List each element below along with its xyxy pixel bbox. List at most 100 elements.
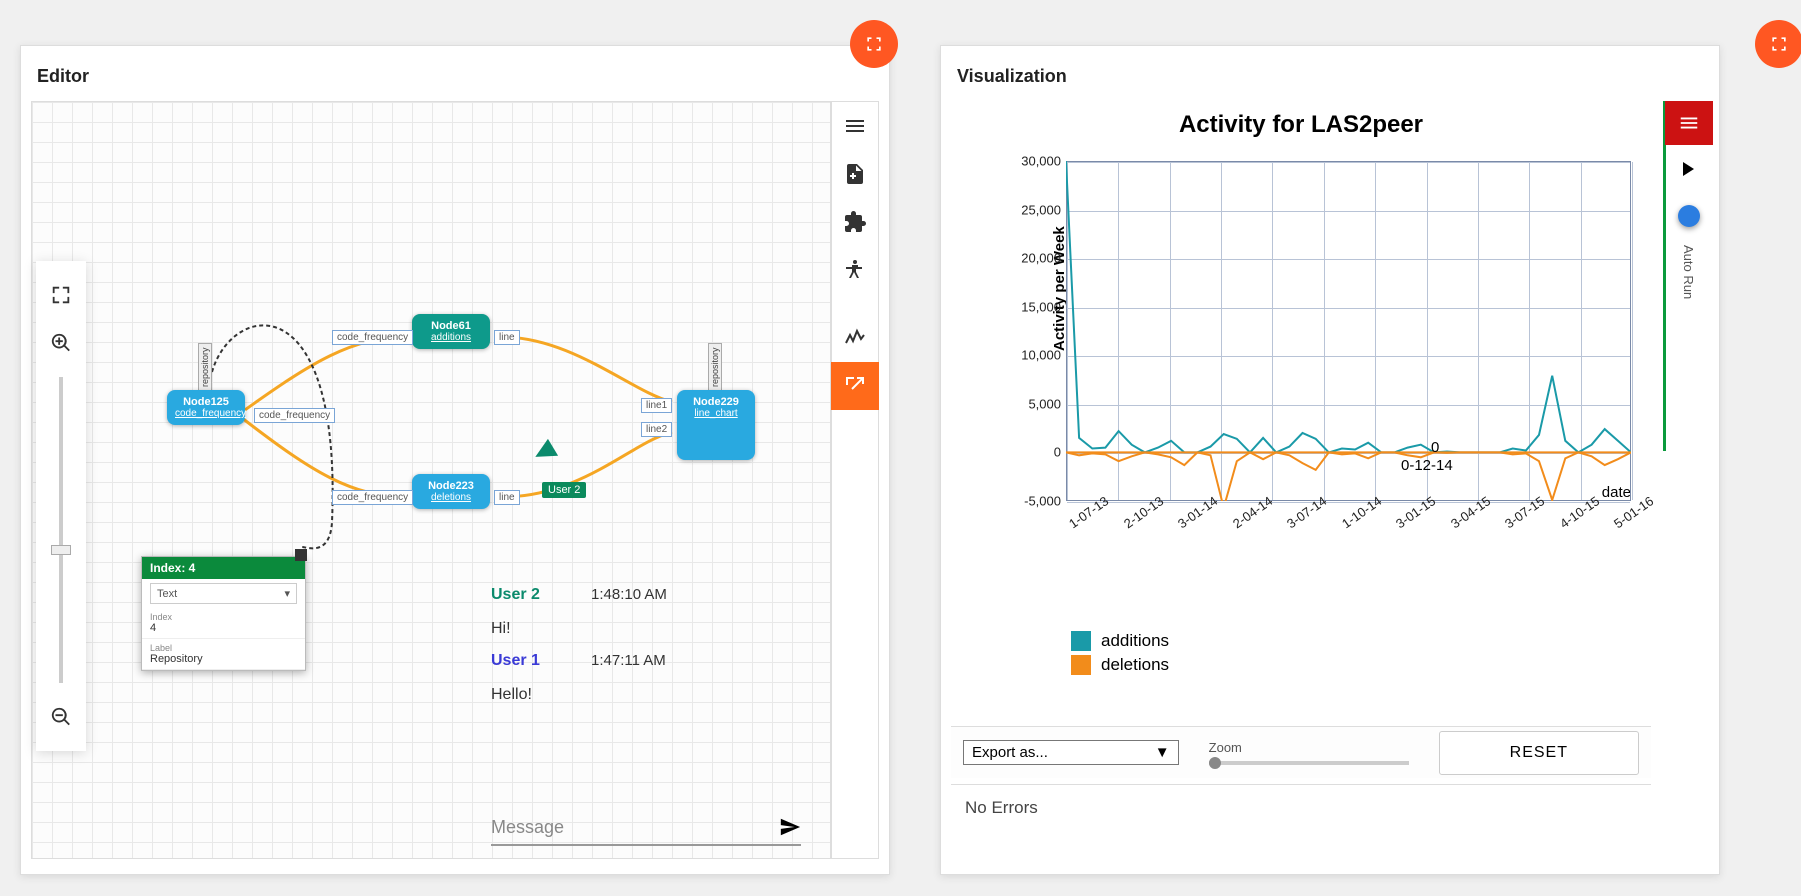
editor-panel: Editor repository Node125 code_frequency…	[20, 45, 890, 875]
zoom-sidebar	[36, 261, 86, 751]
play-button[interactable]	[1675, 157, 1703, 185]
remote-cursor	[535, 439, 562, 467]
y-tick: 5,000	[1011, 396, 1061, 411]
fullscreen-icon[interactable]	[47, 281, 75, 309]
accessibility-icon[interactable]	[831, 246, 879, 294]
visualization-sidebar: Auto Run	[1663, 101, 1711, 451]
y-tick: 20,000	[1011, 251, 1061, 266]
chart-zoom-thumb[interactable]	[1209, 757, 1221, 769]
chart-legend: additions deletions	[1071, 631, 1169, 679]
zoom-slider-thumb[interactable]	[51, 545, 71, 555]
legend-label: deletions	[1101, 655, 1169, 675]
chat-message-row: User 2 1:48:10 AM	[491, 586, 801, 604]
visualization-title: Visualization	[957, 66, 1067, 87]
chat-user: User 1	[491, 652, 561, 670]
chart-svg	[1066, 161, 1631, 501]
visualization-body: Activity for LAS2peer Activity per Week …	[951, 101, 1651, 719]
autorun-toggle[interactable]	[1678, 205, 1700, 227]
message-placeholder: Message	[491, 817, 769, 838]
activity-icon[interactable]	[831, 314, 879, 362]
legend-item-deletions[interactable]: deletions	[1071, 655, 1169, 675]
node-sub: code_frequency	[175, 408, 237, 419]
node-code-frequency[interactable]: Node125 code_frequency	[167, 390, 245, 425]
status-text: No Errors	[965, 798, 1038, 818]
y-tick: 10,000	[1011, 348, 1061, 363]
node-id: Node223	[420, 480, 482, 492]
port-line1[interactable]: line1	[641, 398, 672, 413]
chevron-down-icon: ▾	[284, 587, 290, 600]
node-id: Node229	[685, 396, 747, 408]
chat-body: Hello!	[491, 686, 801, 704]
node-id: Node61	[420, 320, 482, 332]
port-deletions-out[interactable]: line	[494, 490, 520, 505]
legend-swatch	[1071, 655, 1091, 675]
property-row: Label Repository	[142, 639, 305, 670]
property-type-select[interactable]: Text ▾	[150, 583, 297, 604]
port-line2[interactable]: line2	[641, 422, 672, 437]
property-panel-header[interactable]: Index: 4	[142, 557, 305, 579]
reset-button[interactable]: RESET	[1439, 731, 1639, 775]
export-icon[interactable]	[831, 362, 879, 410]
hover-value: 0	[1431, 439, 1439, 456]
status-bar: No Errors	[951, 784, 1651, 830]
editor-toolbar	[831, 101, 879, 859]
node-sub: additions	[420, 332, 482, 343]
puzzle-icon[interactable]	[831, 198, 879, 246]
port-additions-out[interactable]: line	[494, 330, 520, 345]
chat-message-row: User 1 1:47:11 AM	[491, 652, 801, 670]
zoom-slider[interactable]	[59, 377, 63, 683]
editor-title: Editor	[37, 66, 89, 87]
node-sub: deletions	[420, 492, 482, 503]
property-label: Index	[150, 612, 297, 622]
zoom-in-icon[interactable]	[47, 329, 75, 357]
node-sub: line_chart	[685, 408, 747, 419]
port-code-frequency-out[interactable]: code_frequency	[254, 408, 335, 423]
legend-item-additions[interactable]: additions	[1071, 631, 1169, 651]
chat-area: User 2 1:48:10 AM Hi! User 1 1:47:11 AM …	[491, 586, 801, 704]
node-deletions[interactable]: Node223 deletions	[412, 474, 490, 509]
chat-user: User 2	[491, 586, 561, 604]
chat-timestamp: 1:47:11 AM	[591, 652, 666, 669]
chevron-down-icon: ▼	[1155, 744, 1170, 761]
y-tick: 30,000	[1011, 154, 1061, 169]
node-line-chart[interactable]: Node229 line_chart	[677, 390, 755, 460]
tag-repository-1: repository	[198, 343, 212, 391]
chart-zoom-control: Zoom	[1209, 740, 1409, 765]
y-tick: 0	[1011, 445, 1061, 460]
hover-date: 0-12-14	[1401, 457, 1453, 474]
remote-user-tag: User 2	[542, 482, 586, 498]
property-panel[interactable]: Index: 4 Text ▾ Index 4 Label Repository	[141, 556, 306, 671]
send-icon[interactable]	[779, 816, 801, 838]
export-value: Export as...	[972, 744, 1048, 761]
message-input[interactable]: Message	[491, 816, 801, 846]
visualization-panel: Visualization Activity for LAS2peer Acti…	[940, 45, 1720, 875]
property-type-value: Text	[157, 588, 177, 600]
node-id: Node125	[175, 396, 237, 408]
autorun-label: Auto Run	[1681, 245, 1696, 299]
property-label: Label	[150, 643, 297, 653]
port-deletions-in[interactable]: code_frequency	[332, 490, 413, 505]
menu-icon[interactable]	[831, 102, 879, 150]
legend-label: additions	[1101, 631, 1169, 651]
y-tick: 15,000	[1011, 299, 1061, 314]
port-additions-in[interactable]: code_frequency	[332, 330, 413, 345]
export-select[interactable]: Export as... ▼	[963, 740, 1179, 765]
chat-body: Hi!	[491, 620, 801, 638]
chat-timestamp: 1:48:10 AM	[591, 586, 667, 603]
chart-zoom-slider[interactable]	[1209, 761, 1409, 765]
zoom-label: Zoom	[1209, 740, 1409, 755]
zoom-out-icon[interactable]	[47, 703, 75, 731]
tag-repository-2: repository	[708, 343, 722, 391]
property-value[interactable]: Repository	[150, 653, 297, 665]
control-strip: Export as... ▼ Zoom RESET	[951, 726, 1651, 778]
activity-chart[interactable]: Activity per Week date -5,00005,00010,00…	[1011, 161, 1631, 541]
property-value[interactable]: 4	[150, 622, 297, 634]
expand-editor-button[interactable]	[850, 20, 898, 68]
y-tick: -5,000	[1011, 494, 1061, 509]
node-additions[interactable]: Node61 additions	[412, 314, 490, 349]
viz-menu-button[interactable]	[1665, 101, 1713, 145]
editor-canvas[interactable]: repository Node125 code_frequency code_f…	[31, 101, 831, 859]
property-row: Index 4	[142, 608, 305, 639]
expand-visualization-button[interactable]	[1755, 20, 1801, 68]
new-file-icon[interactable]	[831, 150, 879, 198]
